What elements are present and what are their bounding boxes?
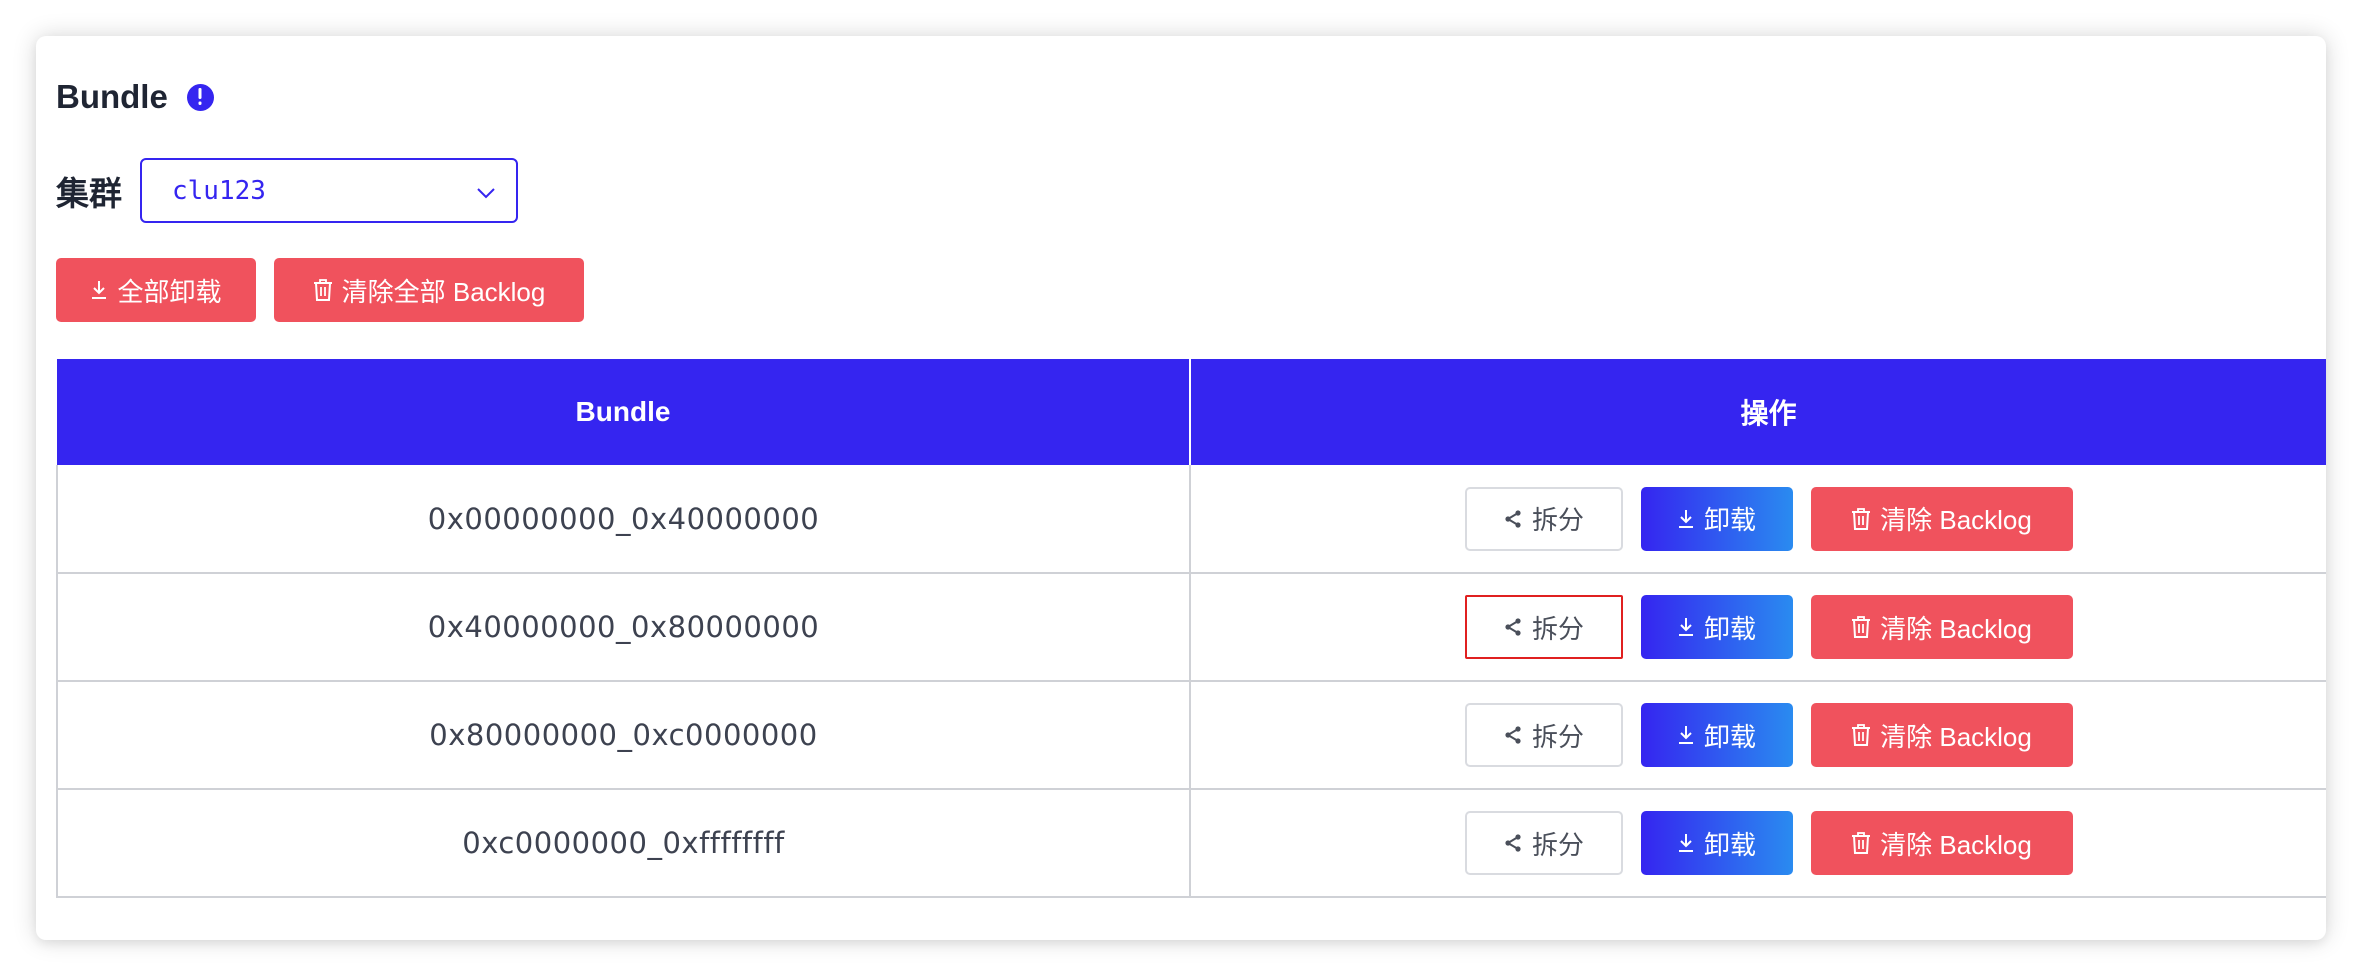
unload-button[interactable]: 卸载 [1640,486,1793,551]
unload-button[interactable]: 卸载 [1640,595,1793,659]
bundle-table: Bundle 操作 0x00000000_0x40000000 拆分 卸载 清除… [56,359,2326,898]
download-icon [1677,725,1695,745]
download-icon [1677,833,1695,853]
column-header-bundle: Bundle [57,359,1191,465]
unload-button[interactable]: 卸载 [1640,703,1793,767]
download-icon [1677,617,1695,637]
trash-icon [1851,832,1871,854]
split-button[interactable]: 拆分 [1464,595,1623,659]
bundle-panel: Bundle 集群 clu123 全部卸载 清除全部 Backlog Bundl… [36,36,2326,940]
download-icon [90,280,108,300]
column-header-actions: 操作 [1190,359,2326,465]
trash-icon [1851,507,1871,530]
table-header-row: Bundle 操作 [57,359,2326,465]
cluster-select-value: clu123 [172,175,266,206]
clear-backlog-label: 清除 Backlog [1880,505,2032,535]
unload-all-button[interactable]: 全部卸载 [56,258,256,322]
split-label: 拆分 [1531,829,1584,860]
bulk-actions: 全部卸载 清除全部 Backlog [56,258,584,322]
actions-cell: 拆分 卸载 清除 Backlog [1190,789,2326,898]
title-row: Bundle [56,78,214,116]
split-label: 拆分 [1531,505,1584,535]
share-icon [1503,617,1523,637]
bundle-cell: 0x40000000_0x80000000 [56,573,1191,682]
share-icon [1503,725,1523,745]
clear-all-backlog-label: 清除全部 Backlog [341,276,546,307]
trash-icon [1851,616,1871,638]
clear-all-backlog-button[interactable]: 清除全部 Backlog [274,258,584,322]
split-button[interactable]: 拆分 [1464,703,1623,767]
clear-backlog-button[interactable]: 清除 Backlog [1810,811,2073,875]
clear-backlog-button[interactable]: 清除 Backlog [1810,703,2073,767]
download-icon [1677,509,1695,529]
table-row: 0x80000000_0xc0000000 拆分 卸载 清除 Backlog [56,681,2326,790]
split-button[interactable]: 拆分 [1464,811,1623,875]
chevron-down-icon [476,176,496,206]
actions-cell: 拆分 卸载 清除 Backlog [1190,573,2326,682]
bundle-cell: 0x00000000_0x40000000 [56,465,1191,574]
table-row: 0xc0000000_0xffffffff 拆分 卸载 清除 Backlog [56,789,2326,898]
actions-cell: 拆分 卸载 清除 Backlog [1190,465,2326,574]
table-row: 0x00000000_0x40000000 拆分 卸载 清除 Backlog [56,465,2326,574]
cluster-select[interactable]: clu123 [140,158,518,223]
page-title: Bundle [56,78,168,115]
split-label: 拆分 [1531,721,1584,752]
bundle-cell: 0xc0000000_0xffffffff [56,789,1191,898]
unload-all-label: 全部卸载 [117,276,222,307]
table-row: 0x40000000_0x80000000 拆分 卸载 清除 Backlog [56,573,2326,682]
unload-label: 卸载 [1703,721,1756,752]
trash-icon [313,279,333,301]
trash-icon [1851,724,1871,746]
unload-label: 卸载 [1703,829,1756,860]
exclamation-circle-icon[interactable] [186,83,214,111]
bundle-cell: 0x80000000_0xc0000000 [56,681,1191,790]
share-icon [1503,833,1523,853]
clear-backlog-button[interactable]: 清除 Backlog [1810,595,2073,659]
cluster-row: 集群 clu123 [56,158,518,223]
split-button[interactable]: 拆分 [1464,486,1623,551]
unload-label: 卸载 [1703,505,1756,535]
unload-button[interactable]: 卸载 [1640,811,1793,875]
split-label: 拆分 [1531,613,1584,644]
share-icon [1503,509,1523,529]
clear-backlog-button[interactable]: 清除 Backlog [1810,486,2073,551]
clear-backlog-label: 清除 Backlog [1880,829,2032,860]
actions-cell: 拆分 卸载 清除 Backlog [1190,681,2326,790]
cluster-label: 集群 [56,174,122,212]
clear-backlog-label: 清除 Backlog [1880,721,2032,752]
unload-label: 卸载 [1703,613,1756,644]
clear-backlog-label: 清除 Backlog [1880,613,2032,644]
